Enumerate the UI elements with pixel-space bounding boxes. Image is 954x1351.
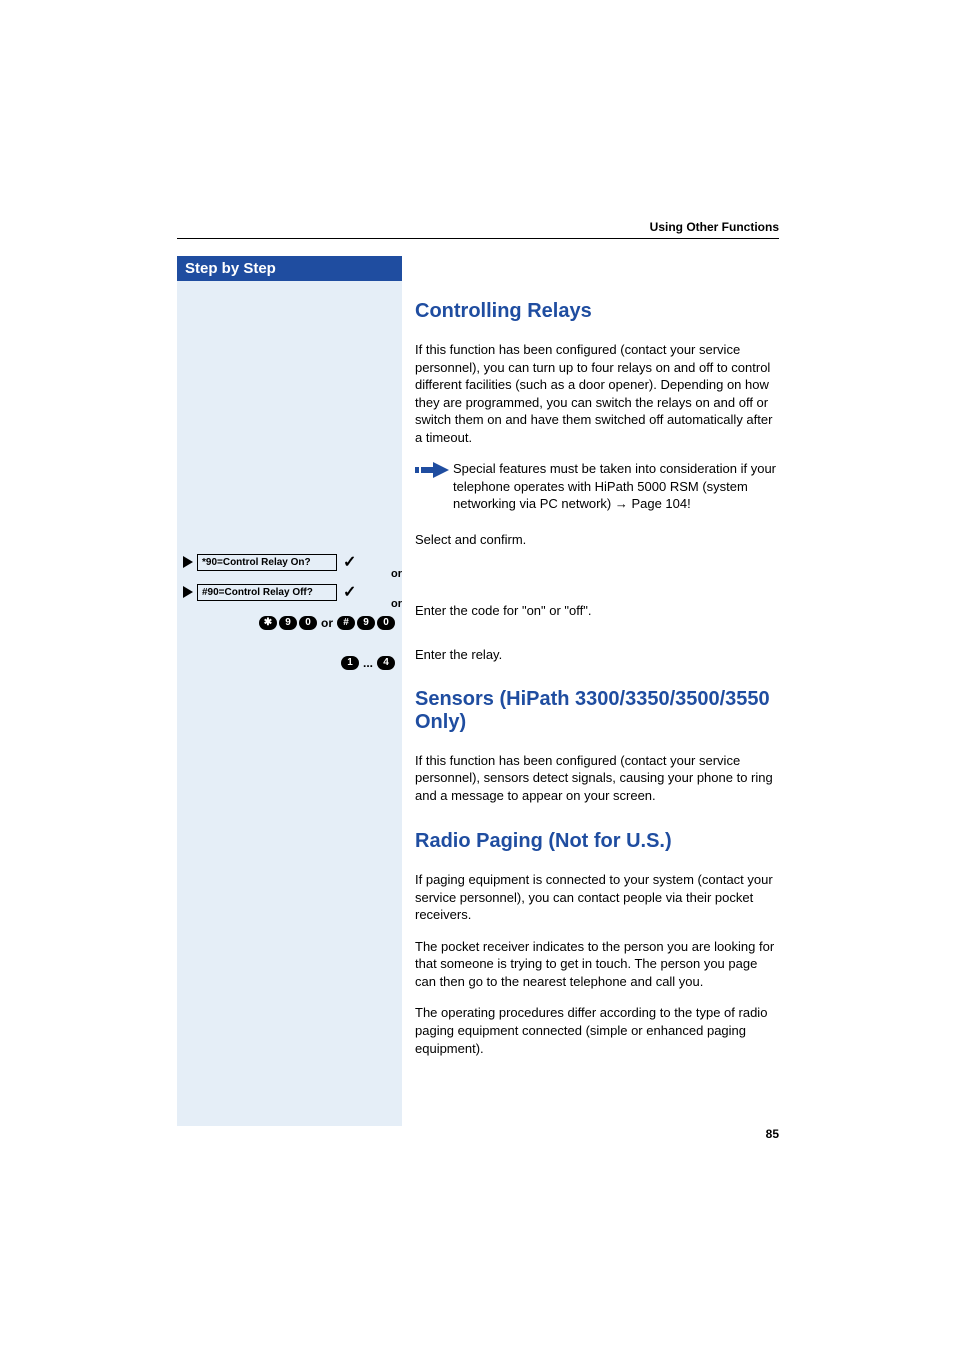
note-block: Special features must be taken into cons…: [415, 460, 780, 513]
key-row-relay: 1... 4: [177, 654, 402, 672]
instruction-enter-code: Enter the code for "on" or "off".: [415, 602, 780, 620]
or-label-2: or: [177, 598, 402, 610]
keys-or-label: or: [321, 616, 333, 630]
keys-ellipsis: ...: [363, 656, 373, 670]
key-four[interactable]: 4: [377, 656, 395, 670]
paragraph: If this function has been configured (co…: [415, 752, 780, 805]
key-one[interactable]: 1: [341, 656, 359, 670]
page-header: Using Other Functions: [650, 220, 779, 234]
key-row-code: ✱90or#90: [177, 614, 402, 632]
page-number: 85: [766, 1127, 779, 1141]
header-rule: [177, 238, 779, 239]
heading-radio-paging: Radio Paging (Not for U.S.): [415, 830, 780, 853]
instruction-select-confirm: Select and confirm.: [415, 531, 780, 549]
heading-controlling-relays: Controlling Relays: [415, 300, 780, 323]
main-content: Controlling Relays If this function has …: [415, 256, 780, 1071]
paragraph: If paging equipment is connected to your…: [415, 871, 780, 924]
key-zero[interactable]: 0: [299, 616, 317, 630]
note-arrow-icon: [415, 460, 453, 513]
key-nine[interactable]: 9: [357, 616, 375, 630]
key-hash[interactable]: #: [337, 616, 355, 630]
note-text: Special features must be taken into cons…: [453, 460, 780, 513]
key-nine[interactable]: 9: [279, 616, 297, 630]
key-zero[interactable]: 0: [377, 616, 395, 630]
heading-sensors: Sensors (HiPath 3300/3350/3500/3550 Only…: [415, 688, 780, 734]
menu-arrow-icon: [183, 556, 193, 568]
paragraph: If this function has been configured (co…: [415, 341, 780, 446]
paragraph: The pocket receiver indicates to the per…: [415, 938, 780, 991]
menu-arrow-icon: [183, 586, 193, 598]
paragraph: The operating procedures differ accordin…: [415, 1004, 780, 1057]
or-label-1: or: [177, 568, 402, 580]
key-star[interactable]: ✱: [259, 616, 277, 630]
instruction-enter-relay: Enter the relay.: [415, 646, 780, 664]
step-sidebar: Step by Step: [177, 256, 402, 1126]
sidebar-title: Step by Step: [177, 256, 402, 281]
